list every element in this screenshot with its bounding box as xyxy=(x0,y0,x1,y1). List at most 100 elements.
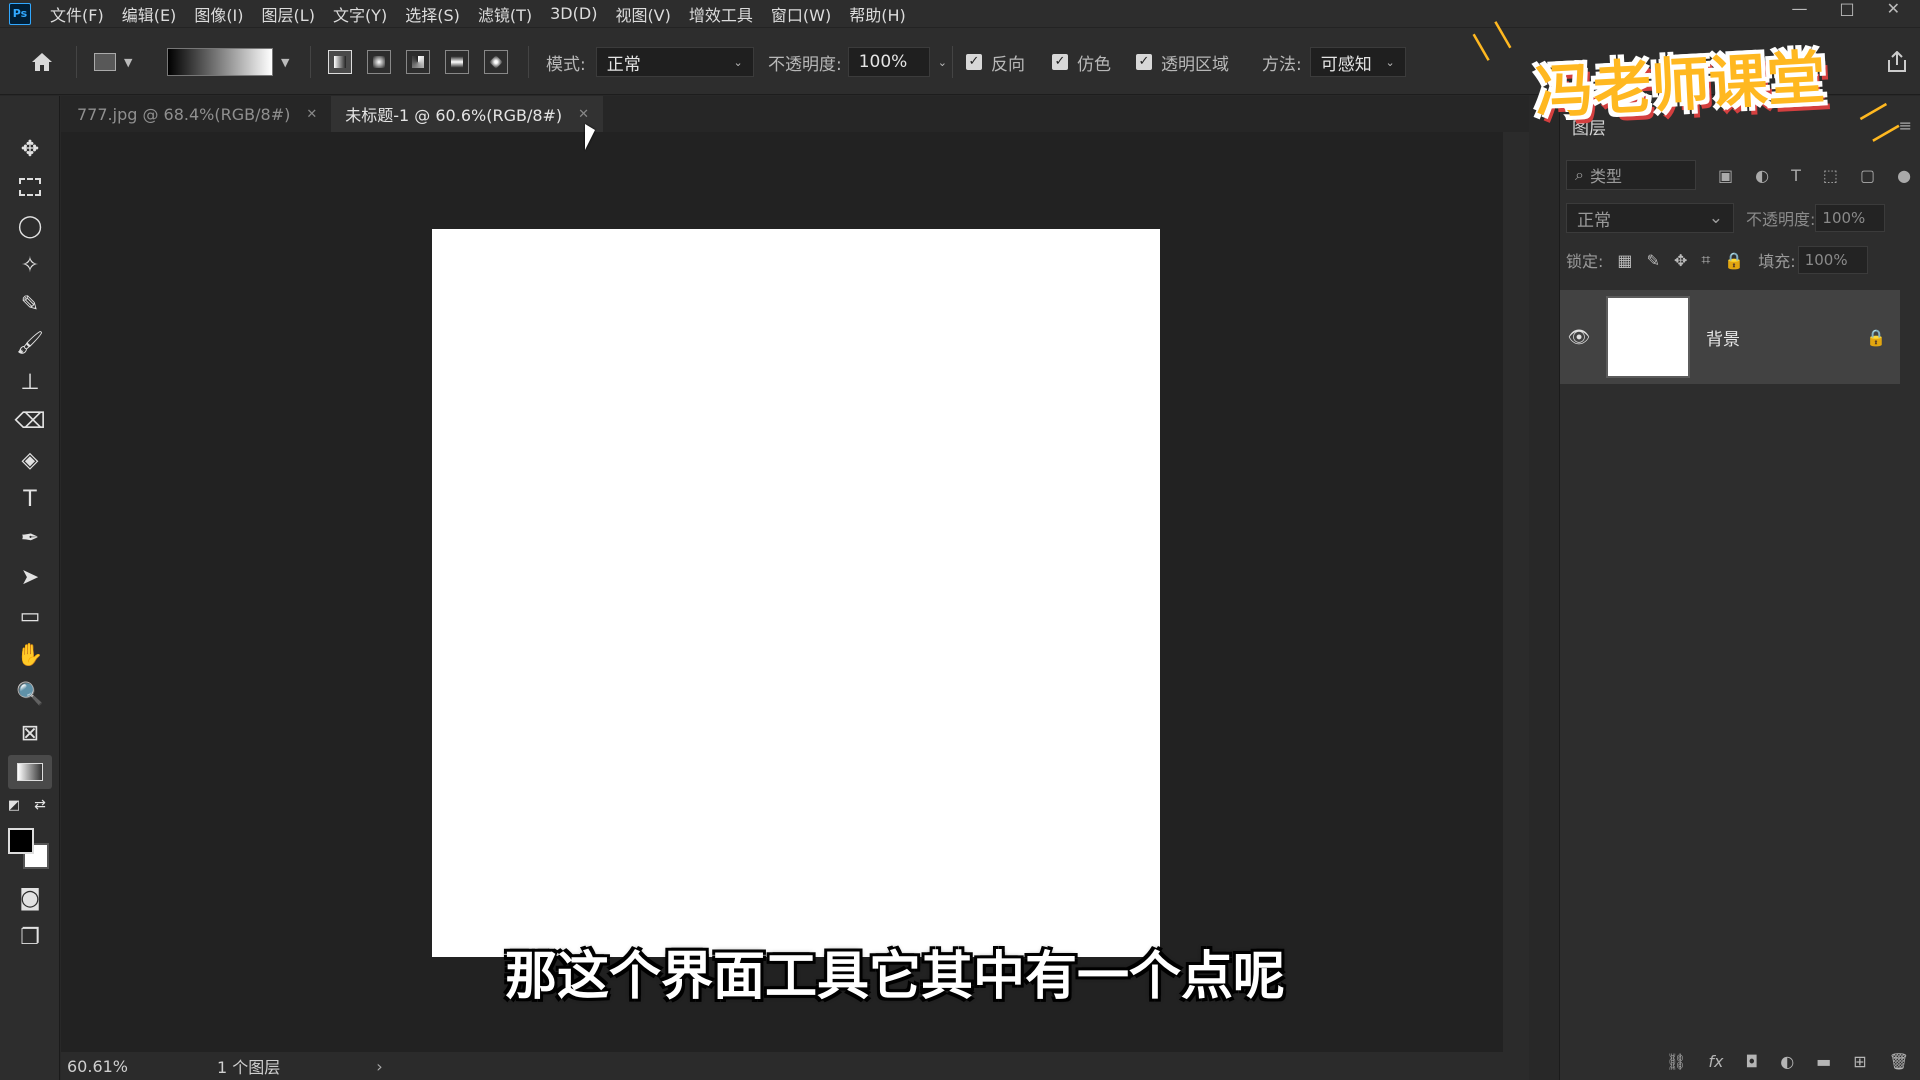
canvas-area[interactable] xyxy=(61,132,1529,1052)
video-subtitle: 那这个界面工具它其中有一个点呢 xyxy=(504,947,1285,1007)
magic-wand-tool-icon[interactable]: ✧ xyxy=(8,248,52,282)
tools-panel: ✥ ◯ ✧ ✎ 🖌 ⊥ ⌫ ◈ T ✒ ➤ ▭ ✋ 🔍 ⊠ ◩ ⇄ ◙ ❐ xyxy=(0,96,60,1080)
gradient-preview[interactable] xyxy=(167,48,273,76)
lock-transparent-pixels-icon[interactable]: ▦ xyxy=(1617,251,1632,270)
filter-smart-object-icon[interactable]: ▢ xyxy=(1860,166,1875,185)
vertical-scrollbar[interactable] xyxy=(1503,132,1529,1052)
close-tab-icon[interactable]: ✕ xyxy=(578,107,589,122)
filter-adjustment-icon[interactable]: ◐ xyxy=(1755,166,1769,185)
filter-shape-icon[interactable]: ⬚ xyxy=(1823,166,1838,185)
menu-window[interactable]: 窗口(W) xyxy=(771,2,831,26)
minimize-icon[interactable]: — xyxy=(1791,0,1807,18)
menu-view[interactable]: 视图(V) xyxy=(615,2,670,26)
diamond-gradient-button[interactable] xyxy=(484,50,508,74)
layer-name[interactable]: 背景 xyxy=(1706,325,1866,350)
paint-bucket-tool-icon[interactable]: ◈ xyxy=(8,443,52,477)
fx-icon[interactable]: fx xyxy=(1708,1052,1723,1071)
radial-gradient-button[interactable] xyxy=(367,50,391,74)
eraser-tool-icon[interactable]: ⌫ xyxy=(8,404,52,438)
chevron-right-icon[interactable]: › xyxy=(376,1057,382,1076)
tab-777-jpg[interactable]: 777.jpg @ 68.4%(RGB/8#) ✕ xyxy=(61,96,331,132)
menu-3d[interactable]: 3D(D) xyxy=(550,4,597,23)
move-tool-icon[interactable]: ✥ xyxy=(8,132,52,166)
filter-type-icon[interactable]: T xyxy=(1791,166,1801,185)
pen-tool-icon[interactable]: ✒ xyxy=(8,521,52,555)
gradient-picker[interactable]: ▼ xyxy=(167,28,289,96)
stamp-tool-icon[interactable]: ⊥ xyxy=(8,365,52,399)
visibility-eye-icon[interactable]: 👁 xyxy=(1560,327,1598,348)
tab-label: 777.jpg @ 68.4%(RGB/8#) xyxy=(77,104,291,124)
layer-opacity-input[interactable]: 100% xyxy=(1815,204,1886,232)
foreground-color-swatch[interactable] xyxy=(8,828,34,854)
lock-artboard-icon[interactable]: ⌗ xyxy=(1701,250,1710,270)
marquee-tool-icon[interactable] xyxy=(8,170,52,204)
layer-filter-select[interactable]: ⌕ 类型 xyxy=(1566,160,1696,190)
hand-tool-icon[interactable]: ✋ xyxy=(8,638,52,672)
brush-tool-icon[interactable]: 🖌 xyxy=(8,326,52,360)
menu-help[interactable]: 帮助(H) xyxy=(849,2,906,26)
chevron-down-icon: ▼ xyxy=(281,55,290,69)
document-tabs: 777.jpg @ 68.4%(RGB/8#) ✕ 未标题-1 @ 60.6%(… xyxy=(61,96,1529,132)
default-colors-icon[interactable]: ◩ xyxy=(4,796,24,814)
gradient-tool-icon[interactable] xyxy=(8,755,52,789)
menu-plugins[interactable]: 增效工具 xyxy=(689,2,753,26)
home-button[interactable] xyxy=(30,28,54,96)
rectangle-tool-icon[interactable]: ▭ xyxy=(8,599,52,633)
close-tab-icon[interactable]: ✕ xyxy=(306,107,317,122)
mode-select[interactable]: 正常 ⌄ xyxy=(595,47,754,77)
fill-input[interactable]: 100% xyxy=(1797,246,1868,274)
tab-untitled-1[interactable]: 未标题-1 @ 60.6%(RGB/8#) ✕ xyxy=(331,96,604,132)
dither-checkbox[interactable]: ✓ 仿色 xyxy=(1052,28,1111,96)
angle-gradient-button[interactable] xyxy=(406,50,430,74)
reflected-gradient-button[interactable] xyxy=(445,50,469,74)
blend-mode-select[interactable]: 正常 ⌄ xyxy=(1566,203,1734,233)
menu-select[interactable]: 选择(S) xyxy=(405,2,460,26)
maximize-icon[interactable]: □ xyxy=(1839,0,1854,18)
linear-gradient-button[interactable] xyxy=(328,50,352,74)
opacity-input[interactable]: 100% xyxy=(847,47,930,77)
opacity-label: 不透明度: xyxy=(768,54,842,75)
menu-filter[interactable]: 滤镜(T) xyxy=(478,2,532,26)
transparency-checkbox[interactable]: ✓ 透明区域 xyxy=(1136,28,1229,96)
path-selection-tool-icon[interactable]: ➤ xyxy=(8,560,52,594)
add-mask-icon[interactable]: ◘ xyxy=(1746,1052,1759,1071)
zoom-tool-icon[interactable]: 🔍 xyxy=(8,677,52,711)
share-button[interactable] xyxy=(1886,28,1908,96)
lasso-tool-icon[interactable]: ◯ xyxy=(8,209,52,243)
adjustment-layer-icon[interactable]: ◐ xyxy=(1780,1052,1794,1071)
checkmark-icon: ✓ xyxy=(966,54,982,70)
delete-layer-icon[interactable]: 🗑 xyxy=(1889,1052,1909,1071)
link-layers-icon[interactable]: ⛓ xyxy=(1666,1052,1686,1071)
eyedropper-tool-icon[interactable]: ✎ xyxy=(8,287,52,321)
filter-toggle-icon[interactable]: ● xyxy=(1897,166,1911,185)
chevron-down-icon: ▼ xyxy=(124,55,133,69)
reverse-checkbox[interactable]: ✓ 反向 xyxy=(966,28,1025,96)
tool-preset-picker[interactable]: ▼ xyxy=(94,28,132,96)
menu-edit[interactable]: 编辑(E) xyxy=(122,2,177,26)
document-canvas[interactable] xyxy=(432,229,1160,957)
mouse-cursor-icon xyxy=(585,124,595,150)
lock-all-icon[interactable]: 🔒 xyxy=(1724,251,1744,270)
quick-mask-icon[interactable]: ◙ xyxy=(8,881,52,915)
opacity-dropdown-icon[interactable]: ⌄ xyxy=(938,56,947,69)
layer-opacity-value: 100% xyxy=(1822,209,1866,227)
layer-thumbnail xyxy=(1606,296,1690,378)
menu-image[interactable]: 图像(I) xyxy=(194,2,243,26)
layer-row-background[interactable]: 👁 背景 🔒 xyxy=(1560,290,1900,384)
menu-file[interactable]: 文件(F) xyxy=(50,2,104,26)
menu-type[interactable]: 文字(Y) xyxy=(333,2,387,26)
lock-icon[interactable]: 🔒 xyxy=(1866,328,1886,347)
lock-position-icon[interactable]: ✥ xyxy=(1674,251,1687,270)
close-icon[interactable]: ✕ xyxy=(1887,0,1900,18)
method-select[interactable]: 可感知 ⌄ xyxy=(1309,47,1406,77)
menu-layer[interactable]: 图层(L) xyxy=(262,2,315,26)
frame-tool-icon[interactable]: ⊠ xyxy=(8,716,52,750)
swap-colors-icon[interactable]: ⇄ xyxy=(30,796,50,814)
type-tool-icon[interactable]: T xyxy=(8,482,52,516)
filter-pixel-icon[interactable]: ▣ xyxy=(1718,166,1733,185)
blend-row: 正常 ⌄ 不透明度: 100% xyxy=(1566,202,1914,234)
lock-image-pixels-icon[interactable]: ✎ xyxy=(1647,251,1660,270)
new-group-icon[interactable]: ▬ xyxy=(1816,1052,1831,1071)
zoom-level[interactable]: 60.61% xyxy=(67,1057,217,1076)
new-layer-icon[interactable]: ⊞ xyxy=(1853,1052,1866,1071)
